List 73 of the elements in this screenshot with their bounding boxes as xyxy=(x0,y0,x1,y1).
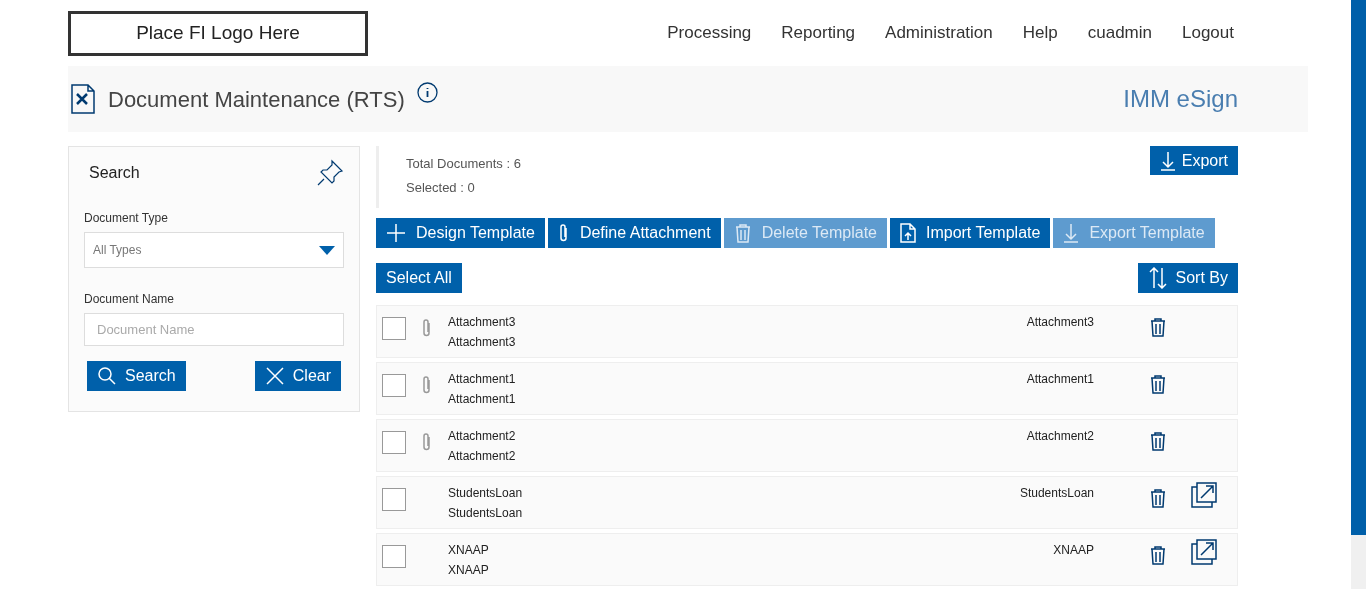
document-description: Attachment1 xyxy=(448,391,517,408)
document-description: Attachment3 xyxy=(448,334,517,351)
document-name: Attachment3 xyxy=(448,314,517,331)
download-icon xyxy=(1159,150,1176,171)
trash-icon xyxy=(733,223,752,243)
logo-text: Place FI Logo Here xyxy=(136,20,300,45)
checkbox[interactable] xyxy=(382,431,406,454)
toolbar-button[interactable]: Define Attachment xyxy=(547,218,721,248)
document-row[interactable]: Attachment3 Attachment3 Attachment3 xyxy=(376,305,1238,358)
document-tools-icon xyxy=(71,84,95,114)
table-cell-text: XNAAP xyxy=(1052,542,1094,559)
plus-icon xyxy=(386,223,406,243)
document-row[interactable]: StudentsLoan StudentsLoan StudentsLoan xyxy=(376,476,1238,529)
export-button[interactable]: Export xyxy=(1149,146,1238,175)
checkbox[interactable] xyxy=(382,374,406,397)
trash-icon xyxy=(1149,431,1167,451)
nav-link[interactable]: Administration xyxy=(885,20,993,46)
search-icon xyxy=(97,366,117,386)
document-name: StudentsLoan xyxy=(448,485,524,502)
open-external-icon[interactable] xyxy=(1191,539,1217,565)
page-title: Document Maintenance (RTS) xyxy=(108,85,405,114)
document-name: XNAAP xyxy=(448,542,490,559)
checkbox[interactable] xyxy=(382,488,406,511)
paperclip-icon xyxy=(421,318,433,338)
pin-icon[interactable] xyxy=(316,159,344,187)
trash-icon xyxy=(1149,488,1167,508)
document-row[interactable]: Attachment1 Attachment1 Attachment1 xyxy=(376,362,1238,415)
checkbox[interactable] xyxy=(382,317,406,340)
document-name: Attachment2 xyxy=(448,428,517,445)
select-all-button[interactable]: Select All xyxy=(376,263,462,293)
scrollbar-thumb[interactable] xyxy=(1351,0,1366,535)
table-cell-text: Attachment2 xyxy=(1025,428,1094,445)
dropdown-caret-icon xyxy=(319,245,335,255)
panel-title: Search xyxy=(89,163,140,183)
close-icon xyxy=(264,366,285,386)
info-icon[interactable] xyxy=(416,81,438,103)
nav-link[interactable]: Processing xyxy=(667,20,752,46)
file-upload-icon xyxy=(899,223,916,243)
document-description: Attachment2 xyxy=(448,448,517,465)
toolbar-button[interactable]: Design Template xyxy=(376,218,545,248)
document-row[interactable]: Attachment2 Attachment2 Attachment2 xyxy=(376,419,1238,472)
trash-icon xyxy=(1149,545,1167,565)
document-row[interactable]: XNAAP XNAAP XNAAP xyxy=(376,533,1238,586)
search-button[interactable]: Search xyxy=(87,361,186,391)
table-cell-text: StudentsLoan xyxy=(1018,485,1094,502)
sort-by-button[interactable]: Sort By xyxy=(1137,263,1238,293)
clear-button[interactable]: Clear xyxy=(254,361,341,391)
table-cell-text: Attachment1 xyxy=(1025,371,1094,388)
product-name: IMM eSign xyxy=(1123,84,1238,114)
checkbox[interactable] xyxy=(382,545,406,568)
trash-icon xyxy=(1149,374,1167,394)
total-documents-count: Total Documents : 6 xyxy=(406,155,522,173)
paperclip-icon xyxy=(421,432,433,452)
document-name: Attachment1 xyxy=(448,371,517,388)
table-cell-text: Attachment3 xyxy=(1025,314,1094,331)
toolbar-button[interactable]: Import Template xyxy=(889,218,1051,248)
document-type-dropdown[interactable]: All Types xyxy=(84,232,344,268)
document-description: StudentsLoan xyxy=(448,505,524,522)
nav-link[interactable]: cuadmin xyxy=(1087,20,1152,46)
document-name-field[interactable]: Document Name xyxy=(84,313,344,346)
sort-icon xyxy=(1147,267,1168,289)
download-icon xyxy=(1063,223,1080,243)
document-description: XNAAP xyxy=(448,562,490,579)
selected-count: Selected : 0 xyxy=(406,179,476,197)
nav-link[interactable]: Reporting xyxy=(781,20,856,46)
field-label: Document Type xyxy=(84,210,169,227)
nav-link[interactable]: Help xyxy=(1022,20,1058,46)
paperclip-icon xyxy=(421,375,433,395)
trash-icon xyxy=(1149,317,1167,337)
paperclip-icon xyxy=(557,223,570,243)
nav-link[interactable]: Logout xyxy=(1182,20,1234,46)
open-external-icon[interactable] xyxy=(1191,482,1217,508)
field-label: Document Name xyxy=(84,291,176,308)
